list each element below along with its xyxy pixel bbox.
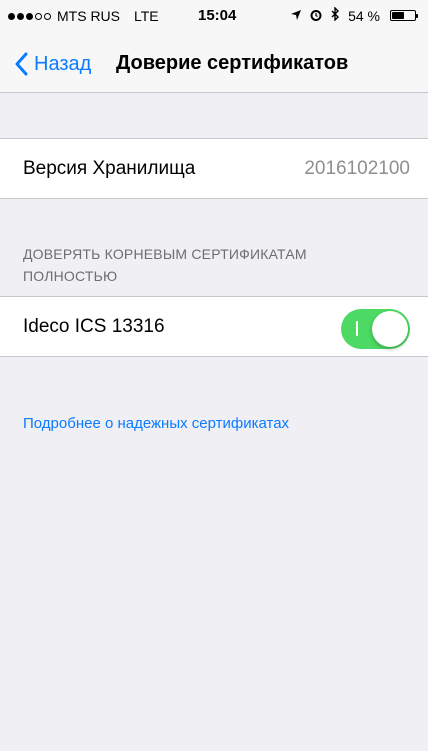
battery-fill [392, 12, 404, 19]
status-right: 54 % [290, 6, 418, 24]
toggle-knob [372, 311, 408, 347]
store-version-label: Версия Хранилища [23, 157, 196, 179]
status-time: 15:04 [198, 7, 237, 24]
signal-dot [8, 12, 15, 20]
store-version-value: 2016102100 [304, 157, 410, 179]
alarm-icon [310, 8, 322, 24]
signal-dot-empty [35, 12, 42, 20]
navigation-bar: Назад Доверие сертификатов [0, 44, 428, 84]
trust-toggle[interactable] [341, 309, 410, 349]
signal-dot-empty [44, 12, 51, 20]
store-version-row: Версия Хранилища 2016102100 [0, 138, 428, 199]
chevron-left-icon [14, 52, 28, 76]
signal-dot [17, 12, 24, 20]
back-label: Назад [34, 52, 92, 75]
signal-dot [26, 12, 33, 20]
certificate-row: Ideco ICS 13316 [0, 296, 428, 357]
trust-section-header: ДОВЕРЯТЬ КОРНЕВЫМ СЕРТИФИКАТАМ ПОЛНОСТЬЮ [23, 246, 307, 284]
toggle-on-indicator [356, 321, 358, 336]
learn-more-link[interactable]: Подробнее о надежных сертификатах [23, 415, 289, 432]
certificate-name: Ideco ICS 13316 [23, 315, 165, 337]
location-arrow-icon [290, 8, 302, 24]
battery-percent: 54 % [348, 7, 380, 24]
carrier-name: MTS RUS [57, 8, 120, 24]
status-bar: MTS RUS LTE 15:04 54 % [0, 0, 428, 30]
battery-icon [390, 10, 418, 21]
status-left: MTS RUS LTE [8, 8, 159, 24]
screen: MTS RUS LTE 15:04 54 % Назад Доверие сер… [0, 0, 428, 751]
network-type: LTE [134, 8, 159, 24]
page-title: Доверие сертификатов [116, 52, 349, 74]
signal-strength-icon [8, 12, 51, 20]
top-bar: MTS RUS LTE 15:04 54 % Назад Доверие сер… [0, 0, 428, 93]
bluetooth-icon [330, 6, 340, 24]
back-button[interactable]: Назад [14, 44, 91, 84]
